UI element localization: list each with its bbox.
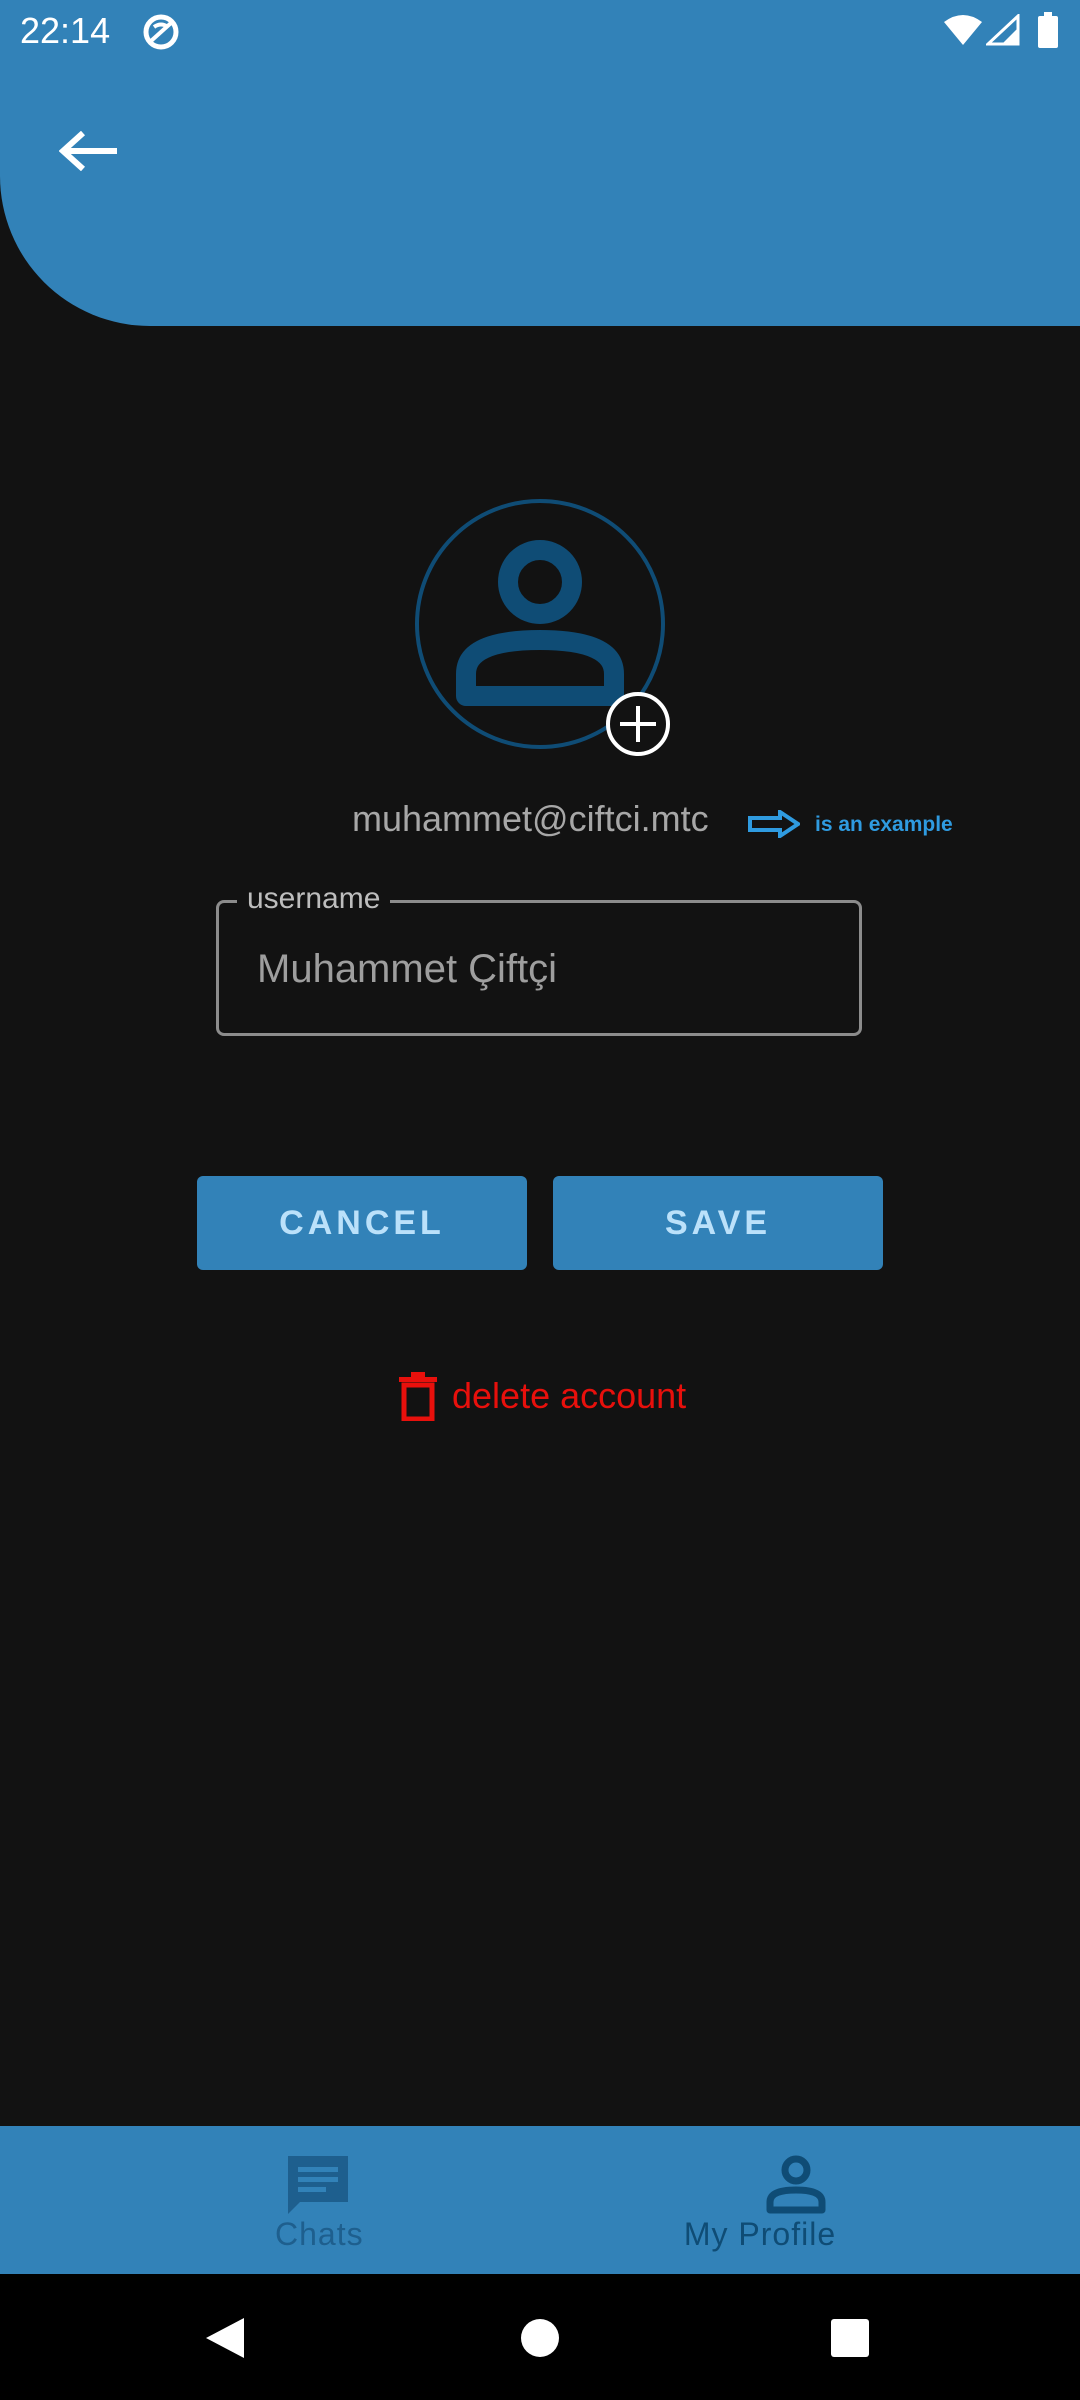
delete-account-label: delete account — [452, 1375, 687, 1416]
wifi-icon — [944, 15, 982, 45]
back-button[interactable] — [50, 118, 128, 184]
delete-account-button[interactable]: delete account — [398, 1370, 686, 1422]
battery-icon — [1038, 12, 1058, 48]
email-text: muhammet@ciftci.mtc — [352, 798, 709, 839]
bottom-nav: Chats My Profile — [0, 2126, 1080, 2274]
status-bar: 22:14 — [0, 0, 1080, 62]
person-icon — [766, 2155, 826, 2214]
nav-item-my-profile[interactable]: My Profile — [540, 2126, 1080, 2274]
person-outline-icon — [456, 540, 624, 706]
chat-icon — [288, 2156, 348, 2214]
cancel-button[interactable]: CANCEL — [197, 1176, 527, 1270]
status-time: 22:14 — [20, 10, 111, 51]
add-circle-icon[interactable] — [604, 690, 672, 758]
save-button[interactable]: SAVE — [553, 1176, 883, 1270]
username-field[interactable]: username — [216, 881, 862, 1036]
nav-label-chats: Chats — [275, 2216, 364, 2252]
system-home-icon[interactable] — [520, 2318, 560, 2358]
trash-icon — [399, 1372, 437, 1421]
nav-label-my-profile: My Profile — [683, 2216, 837, 2252]
arrow-right-icon — [748, 810, 800, 838]
system-nav-bar — [0, 2274, 1080, 2400]
arrow-left-icon — [59, 131, 117, 171]
username-label: username — [237, 881, 391, 917]
system-back-icon[interactable] — [204, 2316, 246, 2360]
profile-screen: 22:14 muhammet@ciftci.mtc is an example … — [0, 0, 1080, 2400]
system-recents-icon[interactable] — [830, 2318, 870, 2358]
signal-icon — [986, 14, 1020, 46]
nav-item-chats[interactable]: Chats — [0, 2126, 540, 2274]
username-input[interactable] — [257, 947, 817, 992]
dnd-icon — [143, 14, 179, 50]
example-note: is an example — [815, 813, 953, 836]
